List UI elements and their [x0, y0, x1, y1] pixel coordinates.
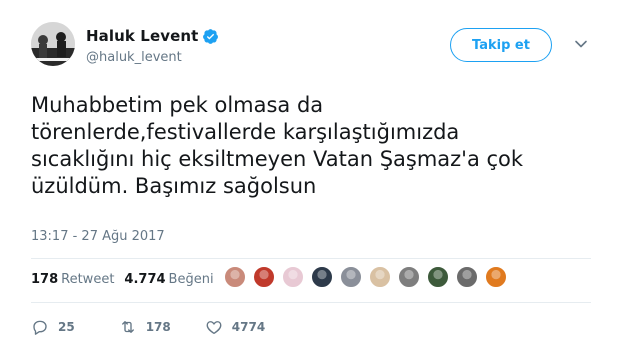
tweet-text-line: Muhabbetim pek olmasa da: [31, 93, 324, 117]
tweet-text-line: üzüldüm. Başımız sağolsun: [31, 174, 317, 198]
user-handle[interactable]: @haluk_levent: [86, 50, 182, 65]
tweet-card: Haluk Levent @haluk_levent Takip et Muha…: [0, 0, 623, 350]
divider: [31, 302, 591, 303]
tweet-timestamp[interactable]: 13:17 - 27 Ağu 2017: [31, 229, 165, 244]
retweet-count: 178: [145, 320, 171, 334]
chevron-down-icon[interactable]: [574, 37, 588, 51]
like-count: 4774: [231, 320, 266, 334]
avatar-image: [31, 22, 75, 66]
liker-avatar[interactable]: [311, 266, 333, 288]
like-stat-label[interactable]: Beğeni: [169, 272, 214, 287]
user-name[interactable]: Haluk Levent: [86, 27, 198, 45]
retweet-stat-count[interactable]: 178: [31, 272, 58, 287]
liker-avatar[interactable]: [427, 266, 449, 288]
tweet-actions: 25 178 4774: [31, 318, 265, 336]
likers-avatars: [224, 266, 514, 288]
liker-avatar[interactable]: [340, 266, 362, 288]
liker-avatar[interactable]: [456, 266, 478, 288]
avatar[interactable]: [31, 22, 75, 66]
retweet-icon: [121, 321, 134, 333]
reply-icon: [33, 320, 47, 335]
like-button[interactable]: 4774: [205, 318, 265, 336]
reply-count: 25: [58, 320, 75, 334]
tweet-text: Muhabbetim pek olmasa da törenlerde,fest…: [31, 92, 601, 200]
like-stat-count[interactable]: 4.774: [124, 272, 165, 287]
user-name-row[interactable]: Haluk Levent: [86, 27, 219, 45]
liker-avatar[interactable]: [224, 266, 246, 288]
tweet-text-line: törenlerde,festivallerde karşılaştığımız…: [31, 120, 460, 144]
liker-avatar[interactable]: [369, 266, 391, 288]
liker-avatar[interactable]: [485, 266, 507, 288]
retweet-stat-label[interactable]: Retweet: [61, 272, 114, 287]
liker-avatar[interactable]: [398, 266, 420, 288]
divider: [31, 258, 591, 259]
verified-badge-icon: [203, 28, 219, 44]
tweet-text-line: sıcaklığını hiç eksiltmeyen Vatan Şaşmaz…: [31, 147, 524, 171]
heart-icon: [206, 321, 222, 335]
tweet-stats: 178 Retweet 4.774 Beğeni: [31, 272, 214, 287]
reply-button[interactable]: 25: [31, 318, 75, 336]
liker-avatar[interactable]: [282, 266, 304, 288]
liker-avatar[interactable]: [253, 266, 275, 288]
follow-button[interactable]: Takip et: [450, 28, 552, 62]
retweet-button[interactable]: 178: [119, 318, 171, 336]
